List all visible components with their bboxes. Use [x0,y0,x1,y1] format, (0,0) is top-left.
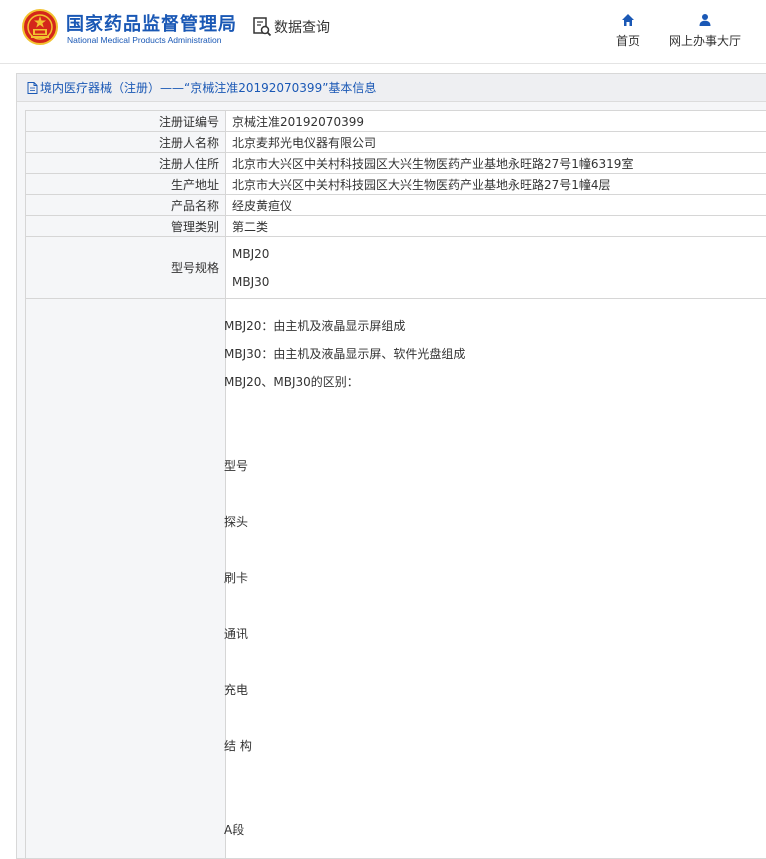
brand-title-cn[interactable]: 国家药品监督管理局 [66,10,237,36]
description-line: MBJ30：由主机及液晶显示屏、软件光盘组成 [224,347,466,361]
row-label: 生产地址 [25,173,226,195]
description-line: 通讯 [224,627,249,641]
row-value: 北京市大兴区中关村科技园区大兴生物医药产业基地永旺路27号1幢4层 [225,173,766,195]
row-label: 注册人住所 [25,152,226,174]
user-icon [699,14,711,26]
national-emblem-icon[interactable] [22,9,58,45]
description-line: MBJ20、MBJ30的区别： [224,375,359,389]
panel-title: 境内医疗器械（注册）——“京械注准20192070399”基本信息 [40,81,377,95]
data-query-link[interactable]: 数据查询 [252,16,330,38]
row-label-empty [25,298,226,858]
description-line: 型号 [224,459,249,473]
row-label: 管理类别 [25,215,226,237]
description-line: 充电 [224,683,249,697]
row-value-model: MBJ20 MBJ30 [225,236,766,299]
table-row: 产品名称 经皮黄疸仪 [25,194,766,216]
row-label: 注册证编号 [25,110,226,132]
panel-title-bar: 境内医疗器械（注册）——“京械注准20192070399”基本信息 [17,74,766,102]
description-line: 刷卡 [224,571,249,585]
info-table: 注册证编号 京械注准20192070399 注册人名称 北京麦邦光电仪器有限公司… [25,110,766,858]
document-icon [27,81,38,94]
row-value: 经皮黄疸仪 [225,194,766,216]
nav-home[interactable]: 首页 [613,12,643,49]
table-row: 生产地址 北京市大兴区中关村科技园区大兴生物医药产业基地永旺路27号1幢4层 [25,173,766,195]
table-row: 管理类别 第二类 [25,215,766,237]
table-row-model: 型号规格 MBJ20 MBJ30 [25,236,766,299]
model-value: MBJ20 [232,246,270,261]
row-value: 北京麦邦光电仪器有限公司 [225,131,766,153]
description-line: 结 构 [224,739,252,753]
model-value: MBJ30 [232,274,270,289]
row-value: 北京市大兴区中关村科技园区大兴生物医药产业基地永旺路27号1幢6319室 [225,152,766,174]
description-line: 探头 [224,515,249,529]
description-line: A段 [224,823,245,837]
document-search-icon [253,17,272,37]
table-row-description [25,298,766,858]
row-value: 京械注准20192070399 [225,110,766,132]
table-row: 注册证编号 京械注准20192070399 [25,110,766,132]
home-icon [622,14,634,26]
row-label: 产品名称 [25,194,226,216]
row-label: 型号规格 [25,236,226,299]
brand-title-en[interactable]: National Medical Products Administration [67,35,222,45]
site-header: 国家药品监督管理局 National Medical Products Admi… [0,0,766,64]
row-value: 第二类 [225,215,766,237]
nav-home-label: 首页 [615,34,640,48]
device-info-panel: 境内医疗器械（注册）——“京械注准20192070399”基本信息 注册证编号 … [16,73,766,859]
description-line: MBJ20：由主机及液晶显示屏组成 [224,319,406,333]
nav-online-hall[interactable]: 网上办事大厅 [665,12,745,49]
table-row: 注册人名称 北京麦邦光电仪器有限公司 [25,131,766,153]
nav-online-hall-label: 网上办事大厅 [668,34,741,48]
data-query-label: 数据查询 [274,20,330,36]
table-row: 注册人住所 北京市大兴区中关村科技园区大兴生物医药产业基地永旺路27号1幢631… [25,152,766,174]
row-label: 注册人名称 [25,131,226,153]
